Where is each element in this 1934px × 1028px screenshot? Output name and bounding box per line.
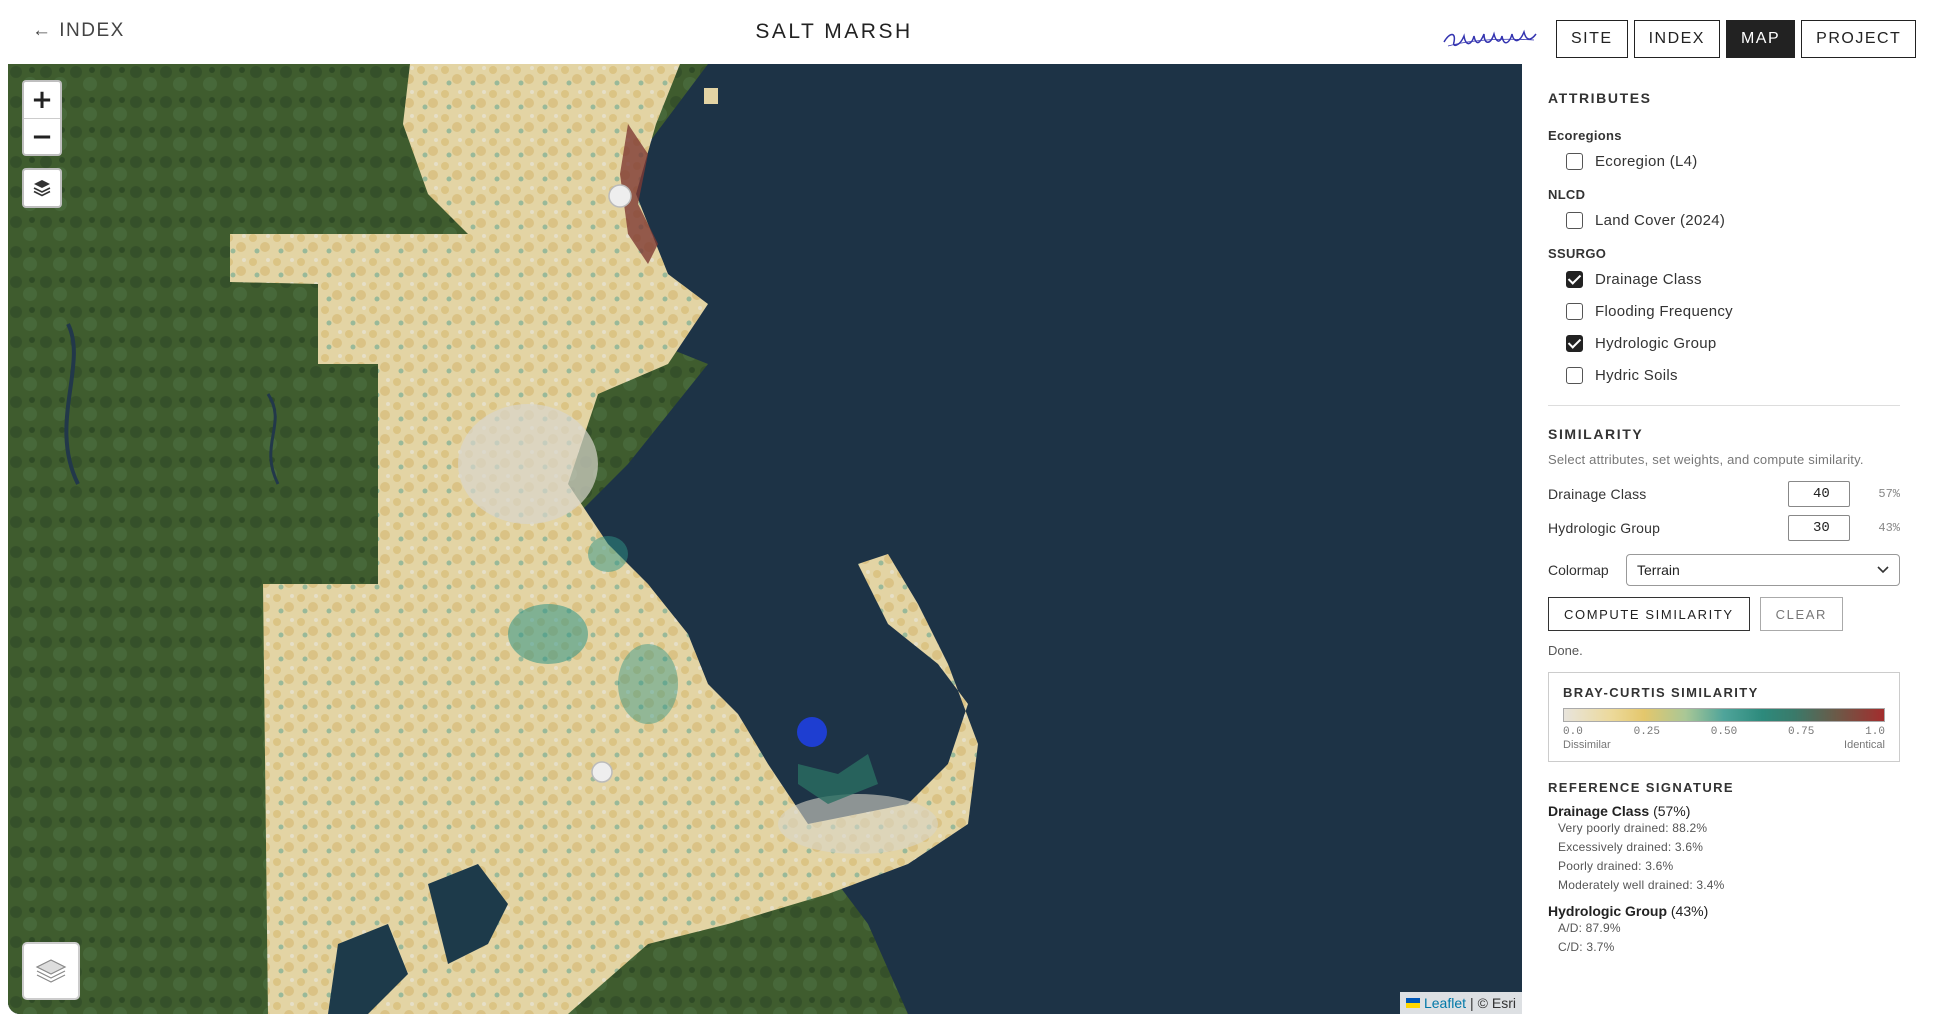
layers-icon [33,180,51,197]
group-label-ssurgo: SSURGO [1548,246,1607,261]
checkbox-box-checked[interactable] [1566,334,1583,352]
checkbox-label: Ecoregion (L4) [1595,152,1698,170]
page-title: SALT MARSH [755,20,913,43]
legend-tick: 0.0 [1563,726,1583,738]
checkbox-hydric-soils[interactable]: Hydric Soils [1548,359,1900,391]
reference-point-marker[interactable] [591,761,613,783]
checkbox-label: Hydric Soils [1595,366,1678,384]
leaflet-link[interactable]: Leaflet [1424,995,1466,1011]
checkbox-box[interactable] [1566,302,1583,320]
checkbox-label: Drainage Class [1595,270,1702,288]
layers-toggle-button[interactable] [22,168,62,208]
group-label-nlcd: NLCD [1548,187,1586,202]
legend-high-label: Identical [1844,739,1885,751]
nav-project-button[interactable]: PROJECT [1801,20,1917,58]
reference-point-marker[interactable] [608,184,632,208]
weight-row-drainage-class: Drainage Class 57% [1548,477,1900,511]
reference-signature-title: REFERENCE SIGNATURE [1548,780,1734,795]
signature-group-pct: (43%) [1670,903,1709,919]
weight-input-hydrologic-group[interactable] [1788,515,1850,541]
ukraine-flag-icon [1405,998,1420,1008]
similarity-actions: COMPUTE SIMILARITY CLEAR [1548,597,1900,631]
checkbox-label: Land Cover (2024) [1595,211,1726,229]
signature-logo-icon [1443,29,1537,47]
legend-tick: 0.50 [1710,726,1738,738]
checkbox-box[interactable] [1566,366,1583,384]
checkbox-flooding-frequency[interactable]: Flooding Frequency [1548,295,1900,327]
zoom-control: + − [22,80,62,156]
signature-item: C/D: 3.7% [1558,940,1615,954]
map-attribution: Leaflet | © Esri [1399,992,1522,1014]
signature-group-pct: (57%) [1653,803,1691,819]
weight-input-drainage-class[interactable] [1788,481,1850,507]
similarity-title: SIMILARITY [1548,426,1644,442]
colormap-row: Colormap Terrain [1548,553,1900,587]
main-nav: SITE INDEX MAP PROJECT [1556,20,1917,58]
signature-item: Very poorly drained: 88.2% [1558,821,1708,835]
signature-group-name: Drainage Class [1548,803,1650,819]
checkbox-hydrologic-group[interactable]: Hydrologic Group [1548,327,1900,359]
legend-title: BRAY-CURTIS SIMILARITY [1563,685,1759,700]
satellite-basemap[interactable] [8,64,1522,1014]
basemap-layers-button[interactable] [22,942,80,1000]
map-view[interactable]: + − Leaflet | © Esri [8,64,1522,1014]
checkbox-land-cover[interactable]: Land Cover (2024) [1548,204,1900,236]
signature-item: Excessively drained: 3.6% [1558,840,1704,854]
legend-end-labels: Dissimilar Identical [1563,739,1885,751]
attributes-panel: ATTRIBUTES Ecoregions Ecoregion (L4) NLC… [1522,64,1926,1014]
status-text: Done. [1548,643,1583,658]
checkbox-ecoregion-l4[interactable]: Ecoregion (L4) [1548,145,1900,177]
clear-button[interactable]: CLEAR [1759,597,1844,631]
group-label-ecoregions: Ecoregions [1548,128,1622,143]
esri-attribution: © Esri [1477,995,1516,1011]
signature-group-drainage: Drainage Class (57%) [1548,803,1900,819]
similarity-help-text: Select attributes, set weights, and comp… [1548,452,1864,467]
zoom-out-button[interactable]: − [24,118,60,154]
legend-ticks: 0.0 0.25 0.50 0.75 1.0 [1563,726,1885,738]
legend-color-ramp [1563,708,1885,722]
nav-map-button[interactable]: MAP [1725,20,1796,58]
signature-item: A/D: 87.9% [1558,921,1621,935]
section-divider [1548,405,1900,406]
checkbox-box[interactable] [1566,152,1583,170]
compute-similarity-button[interactable]: COMPUTE SIMILARITY [1548,597,1750,631]
app-header: ← INDEX SALT MARSH SITE INDEX MAP PROJEC… [0,0,1934,64]
signature-group-hydrologic: Hydrologic Group (43%) [1548,903,1900,919]
checkbox-label: Hydrologic Group [1595,334,1717,352]
signature-item: Moderately well drained: 3.4% [1558,878,1725,892]
similarity-legend: BRAY-CURTIS SIMILARITY 0.0 0.25 0.50 0.7… [1548,672,1900,762]
weight-label: Drainage Class [1548,486,1647,502]
colormap-label: Colormap [1548,562,1609,578]
checkbox-label: Flooding Frequency [1595,302,1733,320]
colormap-selected-value: Terrain [1637,562,1680,578]
colormap-select[interactable]: Terrain [1626,554,1900,586]
signature-group-name: Hydrologic Group [1548,903,1667,919]
weight-percent: 43% [1878,521,1900,535]
checkbox-box-checked[interactable] [1566,270,1583,288]
legend-tick: 0.25 [1633,726,1660,738]
signature-item: Poorly drained: 3.6% [1558,859,1674,873]
weight-row-hydrologic-group: Hydrologic Group 43% [1548,511,1900,545]
selected-point-marker[interactable] [797,717,827,747]
weight-percent: 57% [1878,487,1900,501]
legend-tick: 0.75 [1787,726,1815,738]
window-bottom-edge [0,1014,1934,1028]
nav-site-button[interactable]: SITE [1556,20,1628,58]
zoom-in-button[interactable]: + [24,82,60,118]
attributes-title: ATTRIBUTES [1548,90,1652,106]
legend-tick: 1.0 [1865,726,1885,738]
chevron-down-icon [1877,566,1889,574]
checkbox-box[interactable] [1566,211,1583,229]
legend-low-label: Dissimilar [1563,739,1611,751]
layers-icon [35,959,67,983]
nav-index-button[interactable]: INDEX [1633,20,1720,58]
checkbox-drainage-class[interactable]: Drainage Class [1548,263,1900,295]
attribution-separator: | [1470,995,1474,1011]
weight-label: Hydrologic Group [1548,520,1661,536]
